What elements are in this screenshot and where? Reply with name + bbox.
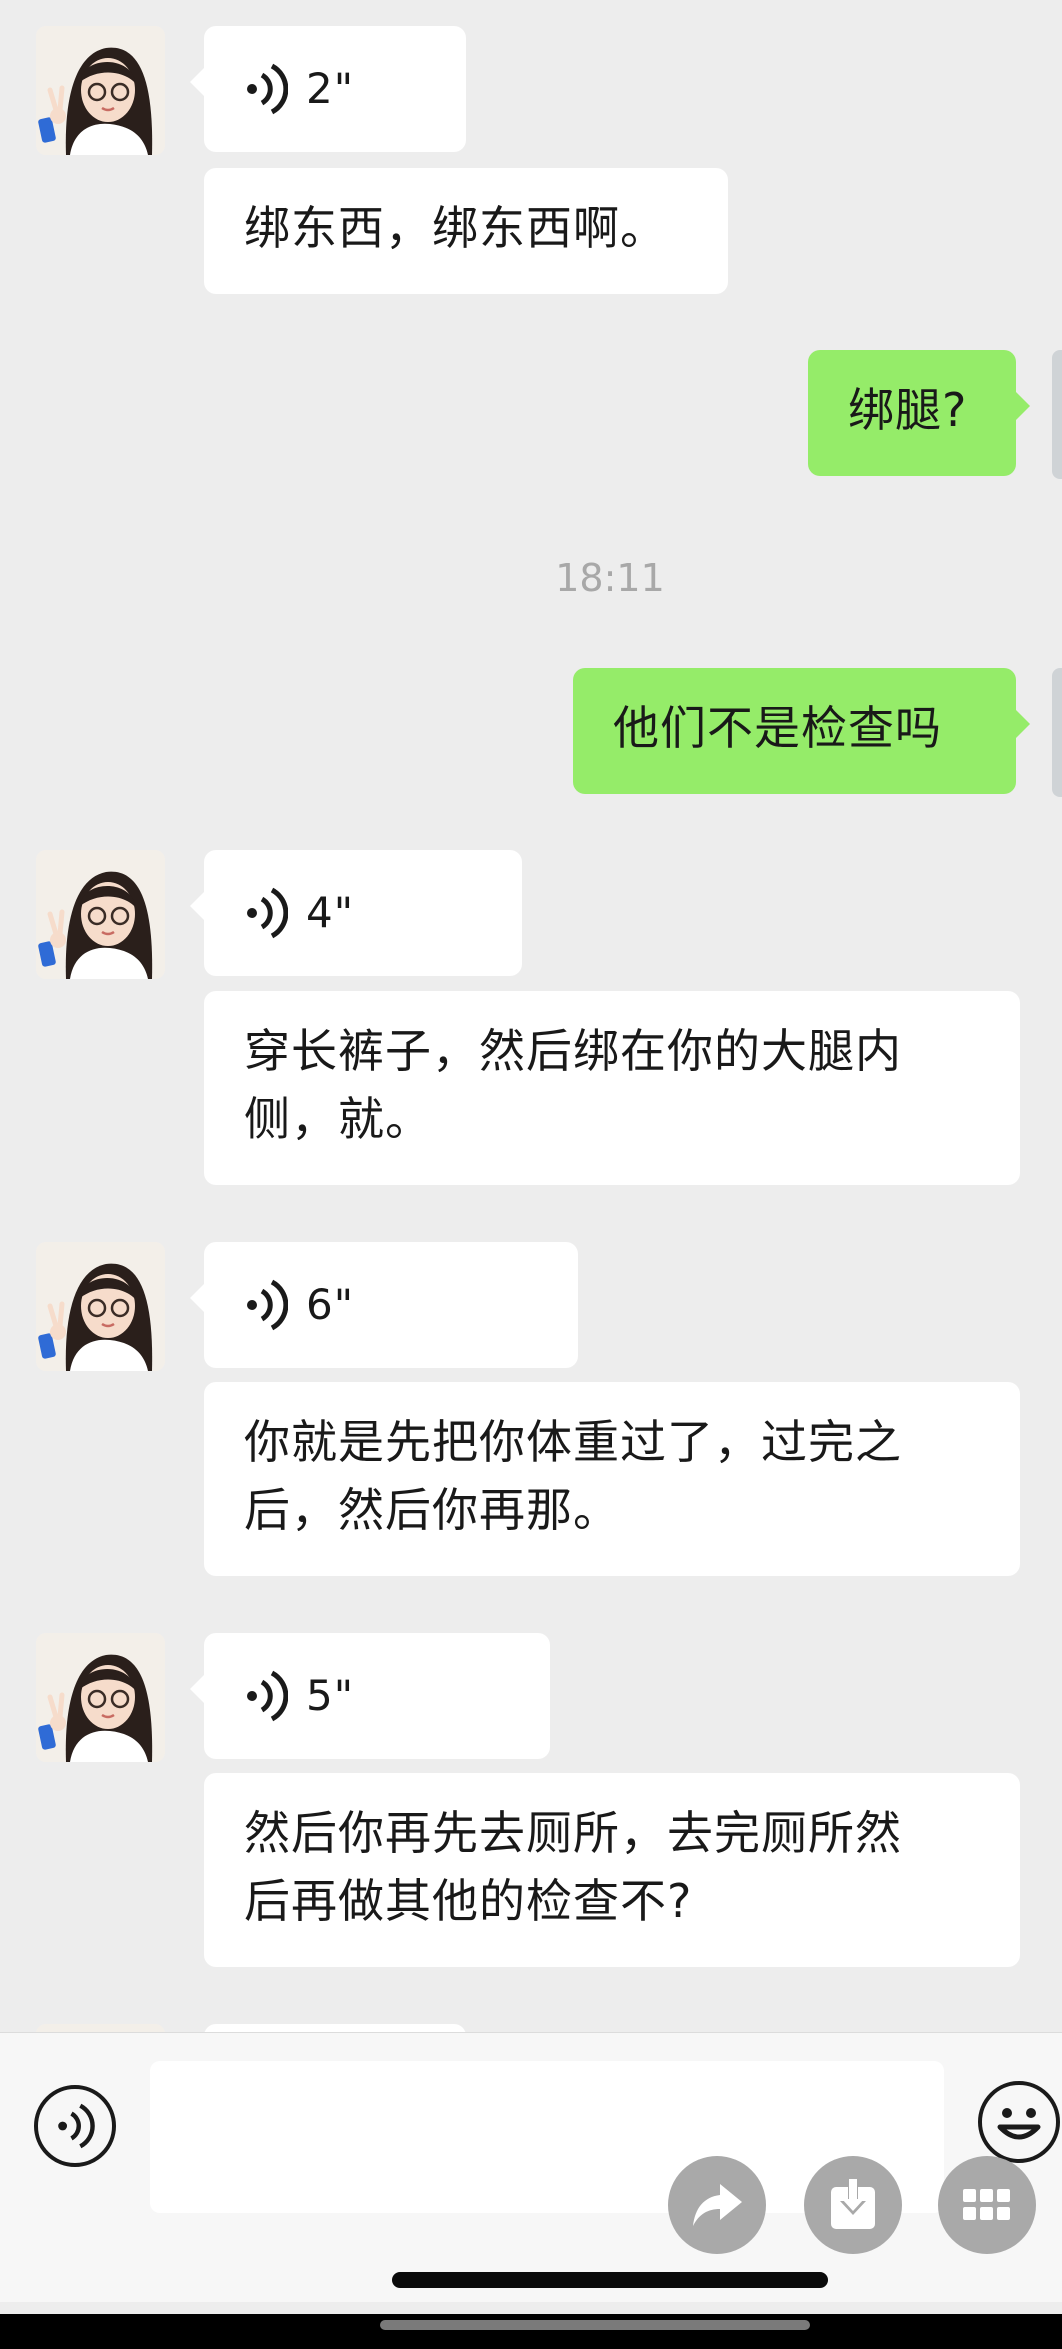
message-text: 绑东西，绑东西啊。 [244,201,667,255]
input-bar [0,2032,1062,2302]
voice-message[interactable]: 4" [190,850,522,976]
voice-duration: 5" [306,1671,355,1720]
voice-wave-icon [247,1670,288,1722]
contact-avatar[interactable] [36,1242,165,1371]
outgoing-message-bubble[interactable]: 绑腿? [808,350,1030,476]
message-bubble[interactable]: 穿长裤子，然后绑在你的大腿内 侧，就。 [204,991,1020,1185]
voice-message[interactable]: 2" [190,26,466,152]
voice-wave-icon [247,63,288,115]
contact-avatar[interactable] [36,850,165,979]
forward-icon[interactable] [668,2156,766,2254]
contact-avatar[interactable] [36,2024,165,2032]
message-text-line: 后，然后你再那。 [244,1483,620,1537]
voice-wave-icon [247,1279,288,1331]
message-bubble[interactable]: 然后你再先去厕所，去完厕所然 后再做其他的检查不? [204,1773,1020,1967]
voice-message[interactable] [204,2024,466,2032]
home-indicator [392,2272,828,2288]
timestamp: 18:11 [555,556,665,600]
contact-avatar[interactable] [36,1633,165,1762]
voice-duration: 6" [306,1280,355,1329]
message-text-line: 后再做其他的检查不? [244,1874,693,1928]
voice-message[interactable]: 6" [190,1242,578,1368]
self-avatar[interactable] [1052,350,1062,479]
self-avatar[interactable] [1052,668,1062,797]
emoji-smile-icon[interactable] [978,2081,1060,2163]
message-text-line: 你就是先把你体重过了，过完之 [244,1415,902,1469]
contact-avatar[interactable] [36,26,165,155]
message-bubble[interactable]: 绑东西，绑东西啊。 [204,168,728,294]
save-download-icon[interactable] [804,2156,902,2254]
message-text: 他们不是检查吗 [613,701,942,755]
bottom-handle [380,2320,810,2330]
message-text-line: 穿长裤子，然后绑在你的大腿内 [244,1024,902,1078]
message-bubble[interactable]: 你就是先把你体重过了，过完之 后，然后你再那。 [204,1382,1020,1576]
voice-wave-icon [247,887,288,939]
message-text: 绑腿? [848,383,968,437]
more-grid-icon[interactable] [938,2156,1036,2254]
message-text-line: 然后你再先去厕所，去完厕所然 [244,1806,902,1860]
voice-duration: 2" [306,64,355,113]
message-text-line: 侧，就。 [244,1092,432,1146]
outgoing-message-bubble[interactable]: 他们不是检查吗 [573,668,1030,794]
chat-area: 2" 绑东西，绑东西啊。 绑腿? 18:11 他们不是检查吗 4" 穿长裤子，然… [0,0,1062,2032]
voice-duration: 4" [306,888,355,937]
voice-message[interactable]: 5" [190,1633,550,1759]
voice-mode-icon[interactable] [34,2085,116,2167]
